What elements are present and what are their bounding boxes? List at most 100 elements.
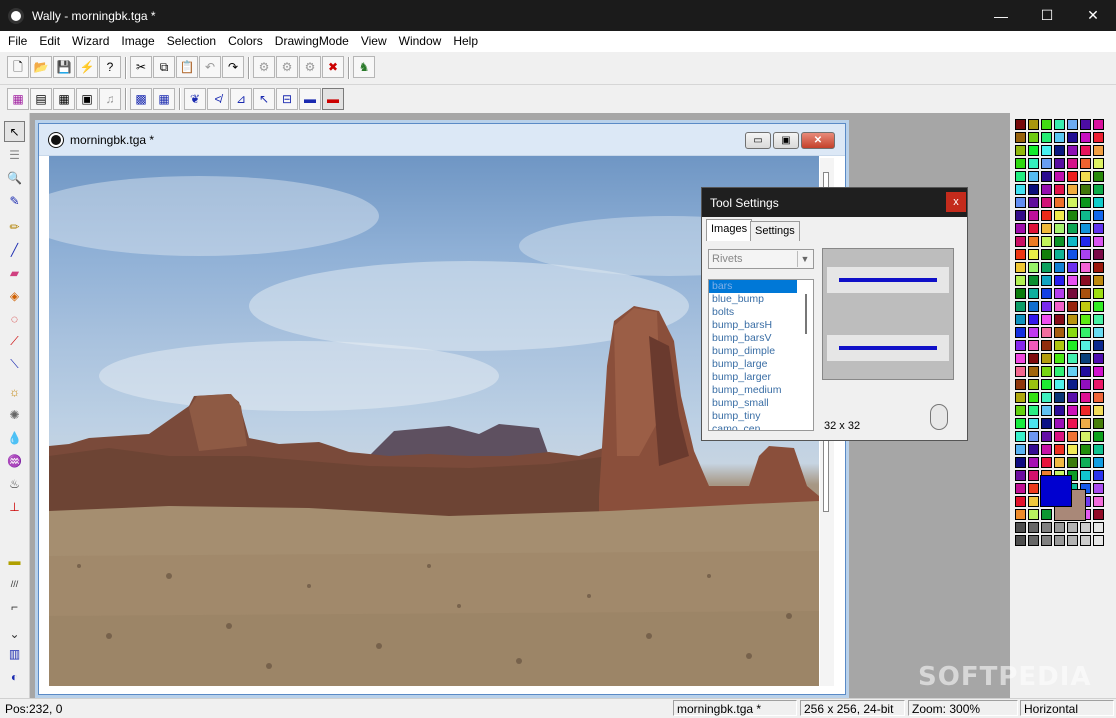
palette-swatch[interactable]	[1080, 418, 1091, 429]
palette-swatch[interactable]	[1093, 145, 1104, 156]
palette-swatch[interactable]	[1028, 392, 1039, 403]
palette-swatch[interactable]	[1028, 431, 1039, 442]
palette-swatch[interactable]	[1028, 366, 1039, 377]
palette-swatch[interactable]	[1054, 340, 1065, 351]
palette-swatch[interactable]	[1093, 535, 1104, 546]
palette-swatch[interactable]	[1015, 509, 1026, 520]
bullet-tool[interactable]: ⌄	[4, 623, 25, 644]
palette-swatch[interactable]	[1093, 522, 1104, 533]
palette-swatch[interactable]	[1093, 119, 1104, 130]
palette-swatch[interactable]	[1080, 288, 1091, 299]
palette-swatch[interactable]	[1041, 249, 1052, 260]
palette-swatch[interactable]	[1080, 301, 1091, 312]
palette-swatch[interactable]	[1067, 366, 1078, 377]
mode-f-button[interactable]: ▬	[299, 88, 321, 110]
palette-swatch[interactable]	[1093, 171, 1104, 182]
palette-swatch[interactable]	[1093, 496, 1104, 507]
palette-swatch[interactable]	[1067, 379, 1078, 390]
new-button[interactable]: 🗋	[7, 56, 29, 78]
palette-swatch[interactable]	[1041, 210, 1052, 221]
palette-swatch[interactable]	[1028, 288, 1039, 299]
palette-swatch[interactable]	[1041, 327, 1052, 338]
palette-swatch[interactable]	[1015, 158, 1026, 169]
palette-swatch[interactable]	[1015, 171, 1026, 182]
palette-swatch[interactable]	[1054, 327, 1065, 338]
palette-swatch[interactable]	[1054, 444, 1065, 455]
palette-swatch[interactable]	[1093, 301, 1104, 312]
palette-swatch[interactable]	[1028, 236, 1039, 247]
palette-swatch[interactable]	[1015, 145, 1026, 156]
palette-swatch[interactable]	[1067, 353, 1078, 364]
line-tool[interactable]: ⟋	[4, 331, 25, 352]
palette-swatch[interactable]	[1067, 340, 1078, 351]
palette-swatch[interactable]	[1028, 301, 1039, 312]
list-item[interactable]: bars	[709, 280, 797, 293]
menu-image[interactable]: Image	[115, 31, 160, 51]
pick-button[interactable]: ✖	[322, 56, 344, 78]
tile-button[interactable]: ▦	[153, 88, 175, 110]
palette-swatch[interactable]	[1015, 366, 1026, 377]
palette-swatch[interactable]	[1015, 314, 1026, 325]
menu-view[interactable]: View	[355, 31, 393, 51]
list-item[interactable]: bump_medium	[709, 384, 797, 397]
palette-view-button[interactable]: ▦	[7, 88, 29, 110]
palette-swatch[interactable]	[1093, 327, 1104, 338]
palette-swatch[interactable]	[1067, 418, 1078, 429]
palette-swatch[interactable]	[1067, 210, 1078, 221]
palette-swatch[interactable]	[1080, 392, 1091, 403]
rivet-tool[interactable]: ▬	[4, 550, 25, 571]
palette-swatch[interactable]	[1028, 184, 1039, 195]
palette-swatch[interactable]	[1054, 184, 1065, 195]
palette-swatch[interactable]	[1041, 522, 1052, 533]
palette-swatch[interactable]	[1041, 392, 1052, 403]
menu-colors[interactable]: Colors	[222, 31, 269, 51]
palette-swatch[interactable]	[1041, 379, 1052, 390]
palette-swatch[interactable]	[1028, 314, 1039, 325]
list-item[interactable]: bump_barsV	[709, 332, 797, 345]
menu-wizard[interactable]: Wizard	[66, 31, 115, 51]
palette-swatch[interactable]	[1041, 197, 1052, 208]
palette-swatch[interactable]	[1093, 210, 1104, 221]
help-button[interactable]: ?	[99, 56, 121, 78]
palette-swatch[interactable]	[1015, 275, 1026, 286]
cut-button[interactable]: ✂	[130, 56, 152, 78]
gradient-tool[interactable]: ⟍	[4, 354, 25, 375]
mode-e-button[interactable]: ⊟	[276, 88, 298, 110]
palette-swatch[interactable]	[1093, 262, 1104, 273]
palette-swatch[interactable]	[1028, 496, 1039, 507]
palette-swatch[interactable]	[1067, 431, 1078, 442]
mode-g-button[interactable]: ▬	[322, 88, 344, 110]
palette-swatch[interactable]	[1015, 197, 1026, 208]
palette-swatch[interactable]	[1015, 379, 1026, 390]
palette-swatch[interactable]	[1015, 132, 1026, 143]
palette-swatch[interactable]	[1041, 223, 1052, 234]
undo-button[interactable]: ↶	[199, 56, 221, 78]
flood-tool[interactable]: ♨	[4, 473, 25, 494]
palette-swatch[interactable]	[1015, 327, 1026, 338]
palette-swatch[interactable]	[1080, 522, 1091, 533]
palette-swatch[interactable]	[1067, 197, 1078, 208]
palette-swatch[interactable]	[1015, 483, 1026, 494]
palette-swatch[interactable]	[1093, 288, 1104, 299]
palette-swatch[interactable]	[1067, 171, 1078, 182]
patch-tool[interactable]: ◐	[4, 666, 25, 687]
palette-swatch[interactable]	[1028, 327, 1039, 338]
palette-swatch[interactable]	[1093, 431, 1104, 442]
palette-swatch[interactable]	[1054, 262, 1065, 273]
palette-swatch[interactable]	[1054, 418, 1065, 429]
list-item[interactable]: bump_barsH	[709, 319, 797, 332]
palette-swatch[interactable]	[1015, 418, 1026, 429]
palette-swatch[interactable]	[1041, 366, 1052, 377]
palette-swatch[interactable]	[1093, 470, 1104, 481]
menu-help[interactable]: Help	[447, 31, 484, 51]
palette-swatch[interactable]	[1054, 236, 1065, 247]
list-item[interactable]: camo_cen	[709, 423, 797, 430]
palette-swatch[interactable]	[1067, 327, 1078, 338]
palette-swatch[interactable]	[1054, 405, 1065, 416]
palette-swatch[interactable]	[1041, 184, 1052, 195]
palette-swatch[interactable]	[1054, 119, 1065, 130]
palette-swatch[interactable]	[1054, 431, 1065, 442]
palette-swatch[interactable]	[1041, 275, 1052, 286]
palette-swatch[interactable]	[1028, 145, 1039, 156]
palette-swatch[interactable]	[1080, 431, 1091, 442]
